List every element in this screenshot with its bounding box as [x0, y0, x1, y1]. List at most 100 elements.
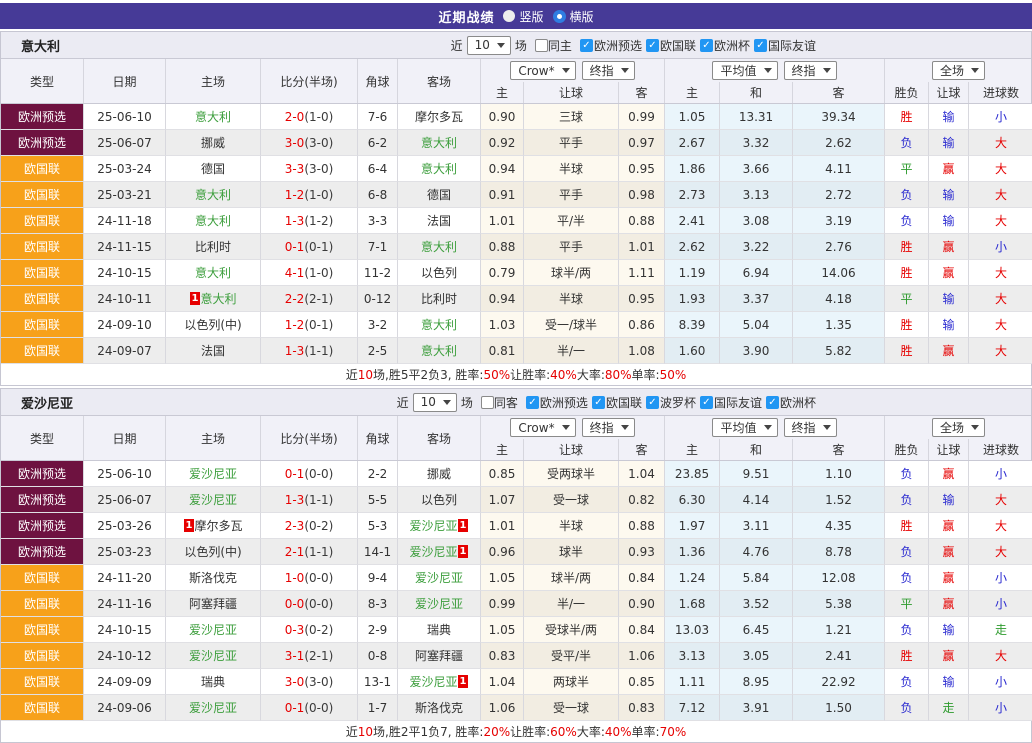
checked-checkbox-icon[interactable]: ✓ — [580, 39, 593, 52]
home-team-label: 摩尔多瓦 — [194, 517, 242, 534]
away-team: 以色列 — [398, 487, 481, 513]
away-team-label: 挪威 — [427, 465, 451, 482]
checked-checkbox-icon[interactable]: ✓ — [700, 396, 713, 409]
avg-home-odds: 1.24 — [665, 565, 720, 591]
full-time-score: 0-1 — [285, 701, 305, 715]
checked-checkbox-icon[interactable]: ✓ — [766, 396, 779, 409]
avg-draw-odds: 3.08 — [720, 208, 793, 234]
result-scope-group: 全场 — [885, 416, 1032, 439]
team-name: 爱沙尼亚 — [1, 393, 73, 412]
odds-away: 0.84 — [619, 565, 665, 591]
home-team-label: 意大利 — [195, 212, 231, 229]
odds-home: 1.01 — [481, 513, 524, 539]
competition-filter[interactable]: ✓国际友谊 — [700, 394, 762, 411]
home-team: 意大利 — [166, 182, 261, 208]
team-table: 爱沙尼亚 近 10 场 同客 ✓欧洲预选✓欧国联✓波罗杯✓国际友谊✓欧洲杯 类型… — [0, 388, 1032, 743]
home-team: 挪威 — [166, 130, 261, 156]
away-team-label: 以色列 — [421, 264, 457, 281]
near-label: 近 — [451, 37, 463, 54]
match-date: 25-06-10 — [84, 461, 166, 487]
result-wdl: 负 — [885, 487, 929, 513]
avg-odds-select[interactable]: 平均值 — [712, 61, 777, 80]
competition-badge: 欧洲预选 — [1, 130, 84, 156]
radio-unchecked-icon[interactable] — [503, 10, 515, 22]
odds-company-value: Crow* — [518, 421, 554, 435]
competition-filter[interactable]: ✓欧洲杯 — [700, 37, 750, 54]
result-handicap-label: 赢 — [942, 342, 954, 359]
result-goals-label: 大 — [995, 290, 1007, 307]
handicap-line: 受一/球半 — [524, 312, 619, 338]
matches-label: 场 — [461, 394, 473, 411]
page: 近期战绩 竖版 横版 意大利 近 10 场 同主 — [0, 3, 1032, 743]
checked-checkbox-icon[interactable]: ✓ — [754, 39, 767, 52]
checked-checkbox-icon[interactable]: ✓ — [646, 39, 659, 52]
competition-filter[interactable]: ✓波罗杯 — [646, 394, 696, 411]
corner-score: 3-3 — [358, 208, 398, 234]
avg-draw-odds: 5.84 — [720, 565, 793, 591]
avg-stage-select[interactable]: 终指 — [784, 61, 837, 80]
home-team: 爱沙尼亚 — [166, 487, 261, 513]
result-goals: 大 — [969, 286, 1032, 312]
avg-stage-select[interactable]: 终指 — [784, 418, 837, 437]
result-wdl-label: 负 — [900, 699, 912, 716]
match-row: 欧国联24-09-06爱沙尼亚0-1(0-0)1-7斯洛伐克1.06受一球0.8… — [1, 695, 1031, 721]
competition-filter[interactable]: ✓欧洲杯 — [766, 394, 816, 411]
competition-filter[interactable]: ✓欧国联 — [646, 37, 696, 54]
competition-filter[interactable]: ✓欧洲预选 — [526, 394, 588, 411]
same-venue-filter[interactable]: 同客 — [481, 394, 518, 411]
same-venue-filter[interactable]: 同主 — [535, 37, 572, 54]
col-header-away: 客场 — [398, 59, 481, 103]
odds-stage-select[interactable]: 终指 — [582, 418, 635, 437]
radio-checked-icon[interactable] — [553, 10, 566, 23]
checked-checkbox-icon[interactable]: ✓ — [592, 396, 605, 409]
home-team: 1意大利 — [166, 286, 261, 312]
corner-score: 0-8 — [358, 643, 398, 669]
avg-odds-select[interactable]: 平均值 — [712, 418, 777, 437]
result-wdl: 负 — [885, 208, 929, 234]
avg-away-odds: 2.76 — [793, 234, 885, 260]
away-team-label: 德国 — [427, 186, 451, 203]
result-scope-value: 全场 — [940, 419, 964, 436]
unchecked-checkbox-icon[interactable] — [535, 39, 548, 52]
competition-filter[interactable]: ✓国际友谊 — [754, 37, 816, 54]
result-goals: 小 — [969, 565, 1032, 591]
odds-away: 1.04 — [619, 461, 665, 487]
avg-away-odds: 1.35 — [793, 312, 885, 338]
result-scope-select[interactable]: 全场 — [932, 418, 985, 437]
layout-radio-horizontal[interactable]: 横版 — [553, 8, 594, 25]
checked-checkbox-icon[interactable]: ✓ — [646, 396, 659, 409]
home-team: 法国 — [166, 338, 261, 364]
corner-score: 6-8 — [358, 182, 398, 208]
home-team-label: 意大利 — [200, 290, 236, 307]
match-count-select[interactable]: 10 — [413, 393, 457, 412]
result-handicap-label: 输 — [942, 134, 954, 151]
home-team-label: 挪威 — [201, 134, 225, 151]
competition-filter[interactable]: ✓欧国联 — [592, 394, 642, 411]
result-scope-select[interactable]: 全场 — [932, 61, 985, 80]
checked-checkbox-icon[interactable]: ✓ — [700, 39, 713, 52]
summary-text: 大率: — [577, 723, 605, 740]
odds-stage-select[interactable]: 终指 — [582, 61, 635, 80]
result-handicap: 输 — [929, 130, 969, 156]
odds-company-select[interactable]: Crow* — [510, 418, 575, 437]
odds-company-select[interactable]: Crow* — [510, 61, 575, 80]
home-team-label: 瑞典 — [201, 673, 225, 690]
checked-checkbox-icon[interactable]: ✓ — [526, 396, 539, 409]
competition-filter[interactable]: ✓欧洲预选 — [580, 37, 642, 54]
match-count-select[interactable]: 10 — [467, 36, 511, 55]
result-goals-label: 小 — [995, 569, 1007, 586]
avg-stage-value: 终指 — [792, 62, 816, 79]
result-wdl: 平 — [885, 591, 929, 617]
home-team-label: 爱沙尼亚 — [189, 491, 237, 508]
result-handicap-label: 赢 — [942, 160, 954, 177]
result-goals-label: 小 — [995, 465, 1007, 482]
full-time-score: 2-0 — [285, 110, 305, 124]
result-handicap: 赢 — [929, 234, 969, 260]
odds-home: 0.94 — [481, 286, 524, 312]
match-date: 25-03-24 — [84, 156, 166, 182]
layout-radio-vertical[interactable]: 竖版 — [503, 8, 543, 25]
full-time-score: 0-1 — [285, 467, 305, 481]
result-wdl-label: 负 — [900, 569, 912, 586]
half-time-score: (2-1) — [304, 292, 333, 306]
unchecked-checkbox-icon[interactable] — [481, 396, 494, 409]
